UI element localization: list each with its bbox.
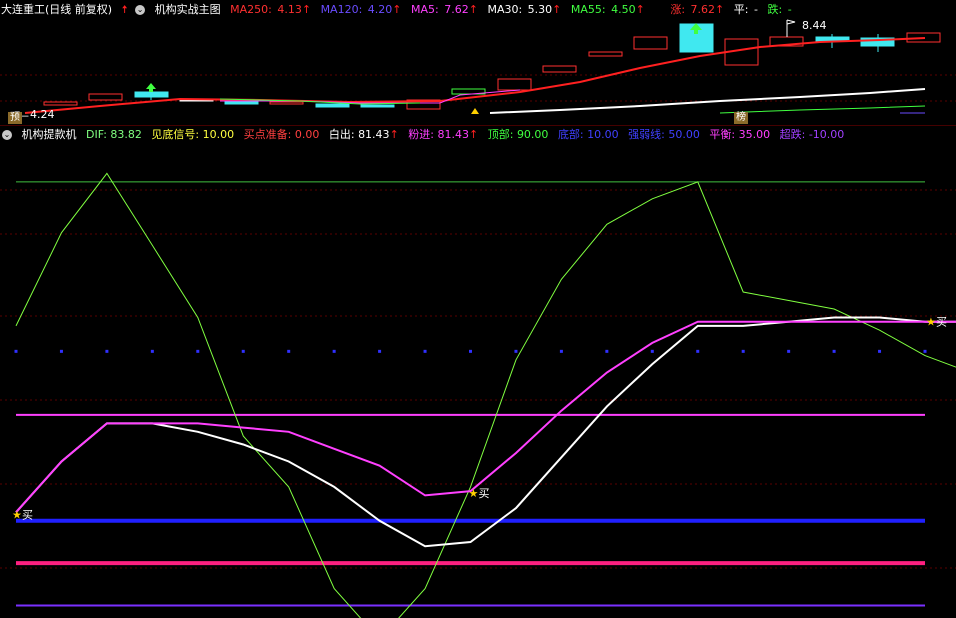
over-fall-value: -10.00 bbox=[808, 128, 845, 141]
series-line-dif bbox=[15, 172, 956, 618]
up-arrow-icon: ↑ bbox=[469, 128, 479, 141]
strength-dot bbox=[696, 349, 700, 353]
indicator-name[interactable]: 机构提款机 bbox=[22, 128, 77, 141]
strength-dot bbox=[787, 349, 791, 353]
strength-dot bbox=[241, 349, 245, 353]
top-value: 90.00 bbox=[516, 128, 549, 141]
buy-markers: ★ 买★ 买★ 买 bbox=[12, 316, 947, 522]
series-line-white-out bbox=[15, 316, 956, 548]
bottom-signal-value: 10.00 bbox=[202, 128, 235, 141]
strength-dot bbox=[559, 349, 563, 353]
strength-dot bbox=[605, 349, 609, 353]
strength-dot bbox=[105, 349, 109, 353]
down-arrow-icon bbox=[146, 83, 156, 92]
white-out-label: 白出: bbox=[328, 128, 355, 141]
star-icon: ★ bbox=[926, 316, 936, 329]
over-fall-label: 超跌: bbox=[779, 128, 806, 141]
high-price-label: 8.44 bbox=[802, 19, 827, 32]
over-fall-readout: 超跌: -10.00 bbox=[780, 128, 845, 141]
strength-dot bbox=[923, 349, 927, 353]
white-out-readout: 白出: 81.43↑ bbox=[329, 128, 399, 141]
buy-label: 买 bbox=[22, 508, 33, 521]
bottom-signal-label: 见底信号: bbox=[151, 128, 200, 141]
balance-label: 平衡: bbox=[709, 128, 736, 141]
dif-value: 83.82 bbox=[110, 128, 142, 141]
strength-dot bbox=[59, 349, 63, 353]
strength-dot bbox=[878, 349, 882, 353]
strength-dot bbox=[287, 349, 291, 353]
white-out-value: 81.43 bbox=[358, 128, 390, 141]
triangle-marker-icon bbox=[471, 108, 479, 114]
strength-dot bbox=[469, 349, 472, 353]
top-readout: 顶部: 90.00 bbox=[488, 128, 549, 141]
strength-dot bbox=[741, 349, 745, 353]
strength-dot bbox=[423, 349, 427, 353]
dif-readout: DIF: 83.82 bbox=[86, 128, 142, 141]
ranking-tag[interactable]: 榜 bbox=[734, 112, 748, 124]
bottom-readout: 底部: 10.00 bbox=[558, 128, 619, 141]
pink-in-value: 81.43 bbox=[437, 128, 470, 141]
strength-dot bbox=[332, 349, 336, 353]
strength-label: 强弱线: bbox=[628, 128, 665, 141]
strength-dot bbox=[196, 349, 200, 353]
reference-lines bbox=[0, 181, 956, 607]
strength-dot bbox=[832, 349, 836, 353]
indicator-header: ⌄ 机构提款机 DIF: 83.82 见底信号: 10.00 买点准备: 0.0… bbox=[0, 127, 850, 143]
bottom-label: 底部: bbox=[557, 128, 584, 141]
strength-dot bbox=[150, 349, 154, 353]
buy-label: 买 bbox=[479, 487, 490, 500]
strength-dot bbox=[514, 349, 518, 353]
forecast-tag[interactable]: 预 bbox=[8, 112, 22, 124]
indicator-chart[interactable]: ★ 买★ 买★ 买 bbox=[0, 144, 956, 618]
buy-label: 买 bbox=[936, 316, 947, 329]
star-icon: ★ bbox=[469, 487, 479, 500]
balance-readout: 平衡: 35.00 bbox=[709, 128, 770, 141]
strength-dot bbox=[14, 349, 18, 353]
top-label: 顶部: bbox=[487, 128, 514, 141]
balance-value: 35.00 bbox=[738, 128, 771, 141]
buy-prep-label: 买点准备: bbox=[243, 128, 292, 141]
low-price-label: 4.24 bbox=[30, 108, 55, 121]
settings-icon[interactable]: ⌄ bbox=[2, 130, 12, 140]
buy-prep-value: 0.00 bbox=[294, 128, 320, 141]
flag-icon bbox=[786, 19, 796, 25]
pink-in-readout: 粉进: 81.43↑ bbox=[408, 128, 478, 141]
pink-in-label: 粉进: bbox=[408, 128, 434, 141]
indicator-series bbox=[15, 172, 956, 618]
ma-green-low-line bbox=[719, 105, 926, 114]
bottom-signal-readout: 见底信号: 10.00 bbox=[151, 128, 234, 141]
strength-value: 50.00 bbox=[668, 128, 700, 141]
dif-label: DIF: bbox=[86, 128, 107, 141]
up-arrow-icon: ↑ bbox=[389, 128, 399, 141]
bottom-value: 10.00 bbox=[587, 128, 619, 141]
buy-prep-readout: 买点准备: 0.00 bbox=[244, 128, 320, 141]
strength-dot bbox=[378, 349, 382, 353]
strength-readout: 强弱线: 50.00 bbox=[628, 128, 700, 141]
strength-dot bbox=[650, 349, 654, 353]
star-icon: ★ bbox=[12, 508, 22, 521]
